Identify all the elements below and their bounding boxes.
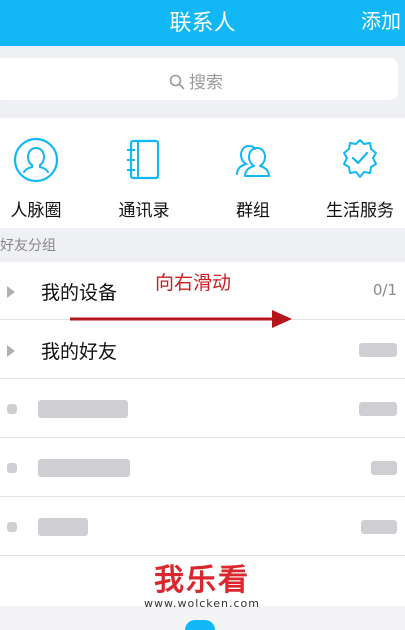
blurred-arrow: [7, 463, 17, 473]
swipe-annotation: 向右滑动: [155, 272, 232, 294]
blurred-name: [38, 459, 130, 477]
page-title: 联系人: [169, 11, 236, 36]
blurred-name: [38, 400, 128, 418]
section-header: 好友分组: [0, 228, 405, 262]
person-circle-icon: [13, 137, 59, 183]
blurred-arrow: [7, 522, 17, 532]
add-button[interactable]: 添加: [361, 5, 401, 34]
list-item[interactable]: [0, 439, 405, 497]
shortcut-bar: 人脉圈 通讯录 群组 生活服务: [0, 118, 405, 228]
search-placeholder: 搜索: [189, 73, 223, 93]
list-item[interactable]: [0, 380, 405, 438]
verified-shield-icon: [343, 139, 377, 178]
shortcut-label: 生活服务: [326, 201, 394, 221]
tab-bar-indicator: [185, 620, 215, 630]
blurred-count: [361, 520, 397, 534]
search-area: 搜索: [0, 46, 405, 118]
shortcut-life-services[interactable]: 生活服务: [310, 136, 405, 221]
group-name: 我的设备: [41, 282, 118, 304]
top-bar: 联系人 添加: [0, 0, 405, 46]
address-book-icon: [127, 139, 160, 180]
shortcut-label: 通讯录: [118, 201, 170, 221]
search-icon: [169, 74, 185, 90]
swipe-right-arrow-icon: [70, 310, 292, 328]
search-input[interactable]: 搜索: [0, 58, 398, 100]
blurred-count: [359, 343, 397, 357]
blurred-count: [371, 461, 397, 475]
shortcut-label: 群组: [236, 201, 270, 221]
expand-arrow-icon: [7, 345, 15, 357]
shortcut-groups[interactable]: 群组: [203, 136, 303, 221]
blurred-arrow: [7, 404, 17, 414]
group-count: 0/1: [372, 281, 397, 299]
watermark: 我乐看 www.wolcken.com: [122, 555, 282, 610]
watermark-brand: 我乐看: [154, 563, 250, 598]
watermark-url: www.wolcken.com: [143, 597, 260, 610]
group-name: 我的好友: [41, 341, 118, 363]
section-title: 好友分组: [0, 238, 56, 254]
blurred-name: [38, 518, 88, 536]
shortcut-renmai[interactable]: 人脉圈: [0, 136, 86, 221]
blurred-count: [359, 402, 397, 416]
shortcut-contacts[interactable]: 通讯录: [94, 136, 194, 221]
shortcut-label: 人脉圈: [10, 201, 62, 221]
list-item[interactable]: [0, 498, 405, 556]
group-icon: [236, 144, 270, 177]
expand-arrow-icon: [7, 286, 15, 298]
